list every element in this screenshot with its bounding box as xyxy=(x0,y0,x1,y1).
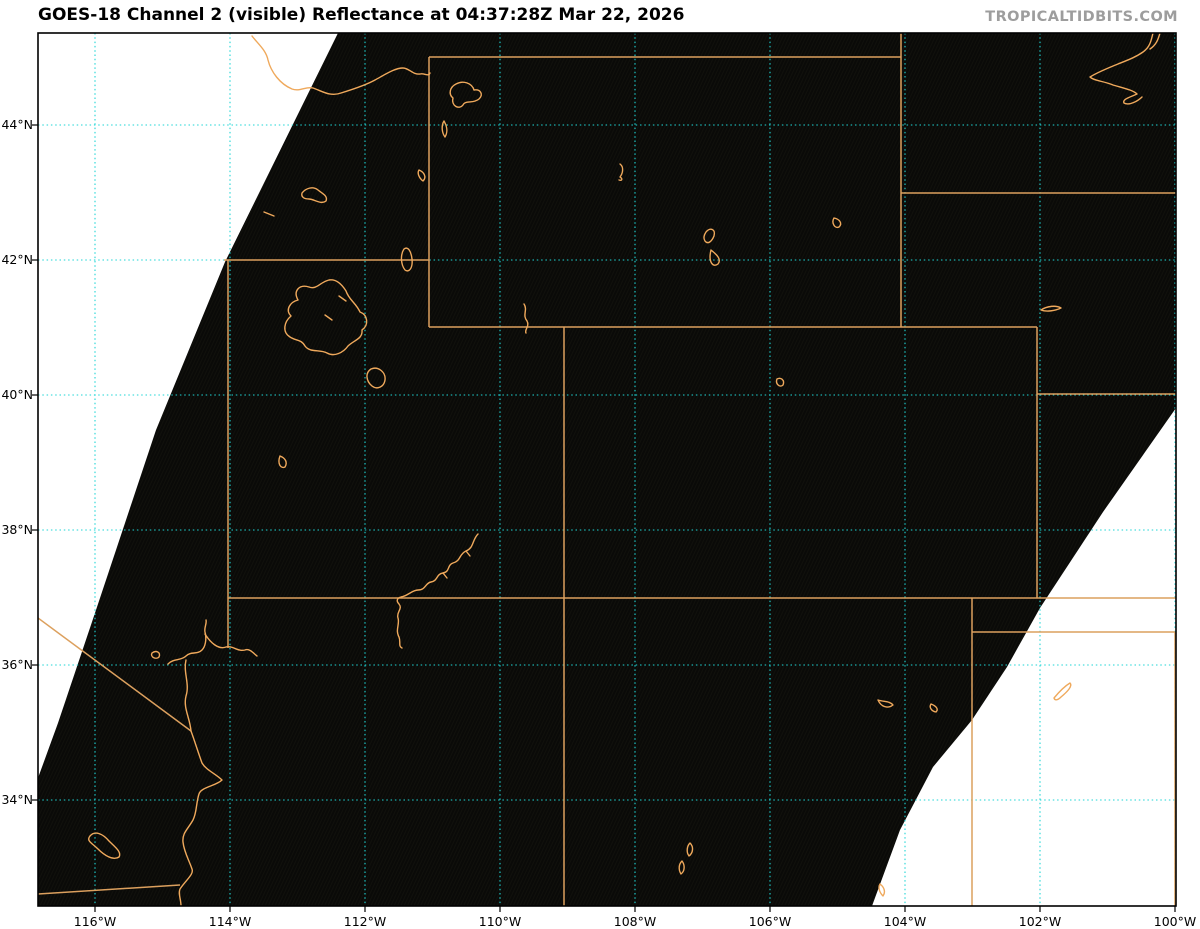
lon-tick-label: 100°W xyxy=(1153,914,1197,929)
lat-tick-label: 44°N xyxy=(1,117,33,132)
lon-tick-label: 110°W xyxy=(478,914,522,929)
lon-tick-label: 104°W xyxy=(883,914,927,929)
satellite-map xyxy=(32,32,1177,912)
satellite-image-page: GOES-18 Channel 2 (visible) Reflectance … xyxy=(0,0,1200,929)
lat-tick-label: 36°N xyxy=(1,657,33,672)
map-frame xyxy=(37,32,1177,907)
lon-tick-label: 114°W xyxy=(208,914,252,929)
graticule-grid xyxy=(38,33,1176,906)
lon-tick-label: 112°W xyxy=(343,914,387,929)
site-watermark: TROPICALTIDBITS.COM xyxy=(985,9,1178,25)
lat-tick-label: 34°N xyxy=(1,792,33,807)
lon-tick-label: 106°W xyxy=(748,914,792,929)
water-features xyxy=(88,33,1161,906)
lat-tick-label: 42°N xyxy=(1,252,33,267)
lon-tick-label: 108°W xyxy=(613,914,657,929)
image-title: GOES-18 Channel 2 (visible) Reflectance … xyxy=(38,5,685,25)
lon-tick-label: 102°W xyxy=(1018,914,1062,929)
satellite-swath-region xyxy=(38,33,1176,906)
lat-tick-label: 40°N xyxy=(1,387,33,402)
lat-tick-label: 38°N xyxy=(1,522,33,537)
lon-tick-label: 116°W xyxy=(73,914,117,929)
state-borders xyxy=(38,33,1176,906)
axis-ticks xyxy=(32,124,1176,912)
